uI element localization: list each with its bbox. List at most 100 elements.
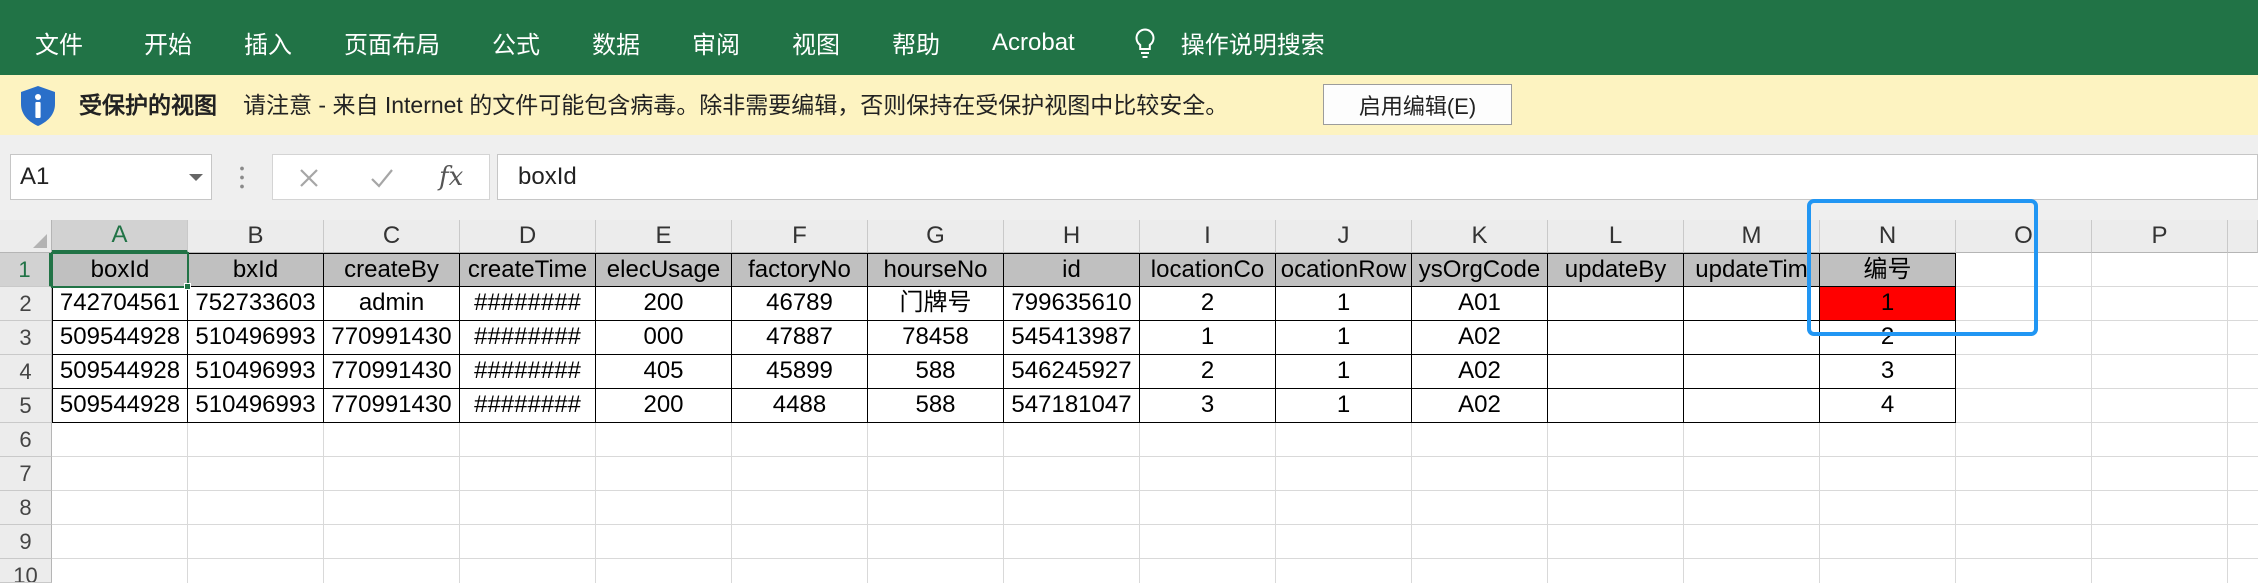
tab-home[interactable]: 开始	[144, 25, 192, 60]
table-cell[interactable]: 4488	[732, 389, 868, 423]
column-header-e[interactable]: E	[596, 220, 732, 253]
tab-formulas[interactable]: 公式	[492, 25, 540, 60]
table-cell[interactable]: 78458	[868, 321, 1004, 355]
table-cell[interactable]	[1548, 287, 1684, 321]
table-cell[interactable]	[1548, 355, 1684, 389]
insert-function-button[interactable]: fx	[439, 155, 463, 199]
column-title-cell[interactable]: ysOrgCode	[1412, 253, 1548, 287]
table-cell[interactable]: ########	[460, 321, 596, 355]
table-cell[interactable]	[1548, 389, 1684, 423]
column-header-h[interactable]: H	[1004, 220, 1140, 253]
table-cell[interactable]: 2	[1140, 355, 1276, 389]
fill-handle[interactable]	[184, 283, 191, 290]
table-cell[interactable]: A02	[1412, 389, 1548, 423]
table-cell[interactable]: 47887	[732, 321, 868, 355]
table-cell[interactable]: 1	[1140, 321, 1276, 355]
table-cell[interactable]: A02	[1412, 321, 1548, 355]
table-cell[interactable]: 770991430	[324, 389, 460, 423]
column-title-cell[interactable]: boxId	[52, 253, 188, 287]
table-cell[interactable]: 405	[596, 355, 732, 389]
table-cell[interactable]: 2	[1820, 321, 1956, 355]
column-title-cell[interactable]: factoryNo	[732, 253, 868, 287]
table-cell[interactable]: 509544928	[52, 355, 188, 389]
table-cell[interactable]	[1548, 321, 1684, 355]
close-icon[interactable]	[297, 166, 321, 190]
row-header-2[interactable]: 2	[0, 287, 52, 321]
check-icon[interactable]	[369, 166, 395, 190]
row-header-7[interactable]: 7	[0, 457, 52, 491]
column-title-cell[interactable]: locationCo	[1140, 253, 1276, 287]
name-box[interactable]: A1	[10, 154, 212, 200]
table-cell[interactable]: admin	[324, 287, 460, 321]
table-cell[interactable]: 510496993	[188, 321, 324, 355]
table-cell[interactable]: 200	[596, 287, 732, 321]
formula-input[interactable]: boxId	[497, 154, 2258, 200]
table-cell[interactable]: 200	[596, 389, 732, 423]
column-title-cell[interactable]: ocationRow	[1276, 253, 1412, 287]
column-title-cell[interactable]: 编号	[1820, 253, 1956, 287]
row-header-4[interactable]: 4	[0, 355, 52, 389]
table-cell[interactable]: 510496993	[188, 355, 324, 389]
row-header-6[interactable]: 6	[0, 423, 52, 457]
chevron-down-icon[interactable]	[189, 174, 203, 181]
row-header-5[interactable]: 5	[0, 389, 52, 423]
table-cell[interactable]	[1684, 321, 1820, 355]
table-cell[interactable]: 1	[1276, 355, 1412, 389]
column-title-cell[interactable]: updateBy	[1548, 253, 1684, 287]
column-title-cell[interactable]: bxId	[188, 253, 324, 287]
table-cell[interactable]: ########	[460, 389, 596, 423]
table-cell[interactable]: 547181047	[1004, 389, 1140, 423]
column-title-cell[interactable]: id	[1004, 253, 1140, 287]
table-cell[interactable]: ########	[460, 287, 596, 321]
column-header-l[interactable]: L	[1548, 220, 1684, 253]
column-header-b[interactable]: B	[188, 220, 324, 253]
table-cell[interactable]: 1	[1820, 287, 1956, 321]
row-header-8[interactable]: 8	[0, 491, 52, 525]
table-cell[interactable]: 799635610	[1004, 287, 1140, 321]
tab-insert[interactable]: 插入	[244, 25, 292, 60]
column-title-cell[interactable]: createBy	[324, 253, 460, 287]
column-header-o[interactable]: O	[1956, 220, 2092, 253]
column-header-m[interactable]: M	[1684, 220, 1820, 253]
table-cell[interactable]: A01	[1412, 287, 1548, 321]
table-cell[interactable]: 509544928	[52, 389, 188, 423]
row-header-1[interactable]: 1	[0, 253, 52, 287]
column-header-a[interactable]: A	[52, 220, 188, 253]
table-cell[interactable]: 752733603	[188, 287, 324, 321]
select-all-button[interactable]	[0, 220, 52, 253]
column-title-cell[interactable]: elecUsage	[596, 253, 732, 287]
column-header-p[interactable]: P	[2092, 220, 2228, 253]
column-header-i[interactable]: I	[1140, 220, 1276, 253]
tab-help[interactable]: 帮助	[892, 25, 940, 60]
table-cell[interactable]: 4	[1820, 389, 1956, 423]
table-cell[interactable]: 770991430	[324, 321, 460, 355]
table-cell[interactable]: 510496993	[188, 389, 324, 423]
table-cell[interactable]: 546245927	[1004, 355, 1140, 389]
column-title-cell[interactable]: createTime	[460, 253, 596, 287]
tab-data[interactable]: 数据	[592, 25, 640, 60]
column-header-j[interactable]: J	[1276, 220, 1412, 253]
table-cell[interactable]: 门牌号	[868, 287, 1004, 321]
enable-editing-button[interactable]: 启用编辑(E)	[1323, 84, 1512, 125]
table-cell[interactable]: 588	[868, 389, 1004, 423]
column-title-cell[interactable]: hourseNo	[868, 253, 1004, 287]
column-header-f[interactable]: F	[732, 220, 868, 253]
column-header-g[interactable]: G	[868, 220, 1004, 253]
tab-page-layout[interactable]: 页面布局	[344, 25, 440, 60]
column-header-partial[interactable]	[2228, 220, 2258, 253]
table-cell[interactable]: 509544928	[52, 321, 188, 355]
table-cell[interactable]: 1	[1276, 321, 1412, 355]
tab-review[interactable]: 审阅	[692, 25, 740, 60]
column-header-d[interactable]: D	[460, 220, 596, 253]
row-header-9[interactable]: 9	[0, 525, 52, 559]
table-cell[interactable]: A02	[1412, 355, 1548, 389]
table-cell[interactable]: 742704561	[52, 287, 188, 321]
table-cell[interactable]: 545413987	[1004, 321, 1140, 355]
table-cell[interactable]: 45899	[732, 355, 868, 389]
table-cell[interactable]: 2	[1140, 287, 1276, 321]
table-cell[interactable]	[1684, 287, 1820, 321]
table-cell[interactable]: 588	[868, 355, 1004, 389]
column-header-n[interactable]: N	[1820, 220, 1956, 253]
formula-bar-resize-handle[interactable]	[240, 164, 244, 191]
table-cell[interactable]: 1	[1276, 287, 1412, 321]
